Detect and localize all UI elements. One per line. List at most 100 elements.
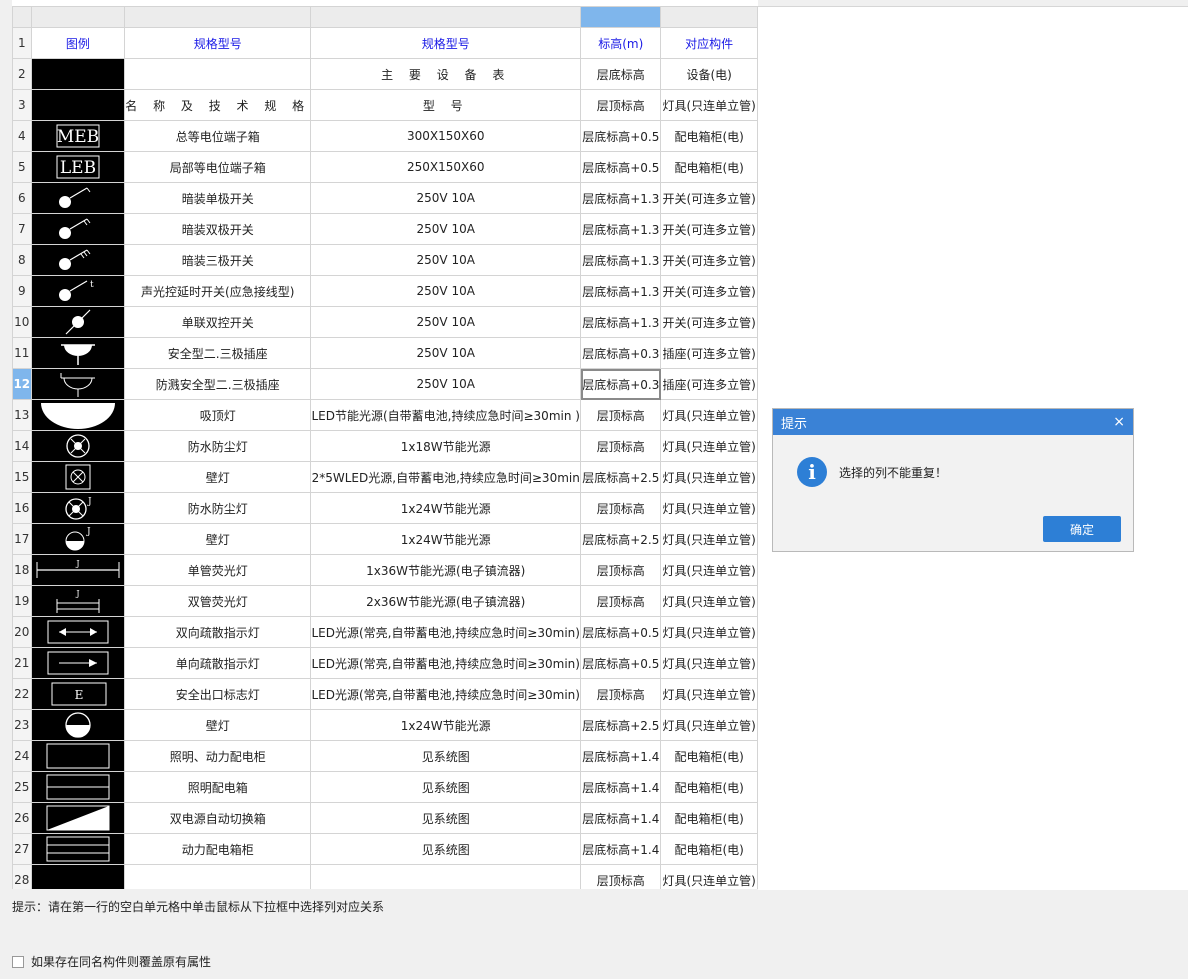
elevation-cell[interactable]: 层顶标高 (580, 89, 662, 121)
row-header[interactable]: 20 (12, 616, 32, 648)
legend-cell[interactable] (30, 709, 126, 741)
close-icon[interactable]: × (1113, 414, 1125, 430)
spec-cell[interactable]: 250V 10A (310, 306, 582, 338)
elevation-cell[interactable]: 层底标高+0.5 (580, 616, 662, 648)
row-header[interactable]: 2 (12, 58, 32, 90)
spec-cell[interactable]: 见系统图 (310, 771, 582, 803)
spec-cell[interactable] (310, 864, 582, 889)
row-header[interactable]: 28 (12, 864, 32, 889)
mapping-cell-name[interactable]: 规格型号 (124, 27, 312, 59)
component-cell[interactable]: 配电箱柜(电) (660, 771, 758, 803)
spec-cell[interactable]: 2x36W节能光源(电子镇流器) (310, 585, 582, 617)
row-header[interactable]: 12 (12, 368, 32, 400)
legend-cell[interactable]: J (30, 554, 126, 586)
elevation-cell[interactable]: 层底标高+1.4 (580, 802, 662, 834)
legend-cell[interactable] (30, 58, 126, 90)
spec-cell[interactable]: 见系统图 (310, 833, 582, 865)
legend-cell[interactable]: J (30, 585, 126, 617)
component-cell[interactable]: 灯具(只连单立管) (660, 430, 758, 462)
name-cell[interactable]: 照明配电箱 (124, 771, 312, 803)
spec-cell[interactable]: 250V 10A (310, 337, 582, 369)
component-cell[interactable]: 配电箱柜(电) (660, 802, 758, 834)
name-cell[interactable] (124, 58, 312, 90)
legend-cell[interactable]: E (30, 678, 126, 710)
component-cell[interactable]: 开关(可连多立管) (660, 275, 758, 307)
spec-cell[interactable]: 见系统图 (310, 802, 582, 834)
name-cell[interactable]: 壁灯 (124, 709, 312, 741)
component-cell[interactable]: 配电箱柜(电) (660, 151, 758, 183)
spec-cell[interactable]: 250V 10A (310, 213, 582, 245)
elevation-cell[interactable]: 层底标高+0.5 (580, 120, 662, 152)
name-cell[interactable]: 安全型二.三极插座 (124, 337, 312, 369)
legend-cell[interactable] (30, 213, 126, 245)
spec-cell[interactable]: 250X150X60 (310, 151, 582, 183)
spec-cell[interactable]: 1x36W节能光源(电子镇流器) (310, 554, 582, 586)
row-header[interactable]: 21 (12, 647, 32, 679)
row-header[interactable]: 7 (12, 213, 32, 245)
component-cell[interactable]: 配电箱柜(电) (660, 833, 758, 865)
elevation-cell[interactable]: 层底标高+1.4 (580, 833, 662, 865)
elevation-cell[interactable]: 层顶标高 (580, 399, 662, 431)
name-cell[interactable]: 防水防尘灯 (124, 492, 312, 524)
legend-cell[interactable] (30, 430, 126, 462)
name-cell[interactable]: 单联双控开关 (124, 306, 312, 338)
row-header[interactable]: 10 (12, 306, 32, 338)
legend-cell[interactable]: MEB (30, 120, 126, 152)
row-header[interactable]: 24 (12, 740, 32, 772)
elevation-cell[interactable]: 层顶标高 (580, 585, 662, 617)
elevation-cell[interactable]: 层顶标高 (580, 678, 662, 710)
column-header-c[interactable] (310, 6, 582, 28)
component-cell[interactable]: 插座(可连多立管) (660, 337, 758, 369)
spec-cell[interactable]: 250V 10A (310, 275, 582, 307)
legend-cell[interactable] (30, 616, 126, 648)
legend-cell[interactable] (30, 368, 126, 400)
mapping-cell-elevation[interactable]: 标高(m) (580, 27, 662, 59)
spec-cell[interactable]: 2*5WLED光源,自带蓄电池,持续应急时间≥30min (310, 461, 582, 493)
legend-cell[interactable]: LEB (30, 151, 126, 183)
name-cell[interactable]: 防水防尘灯 (124, 430, 312, 462)
name-cell[interactable]: 暗装三极开关 (124, 244, 312, 276)
spec-cell[interactable]: 1x24W节能光源 (310, 492, 582, 524)
dialog-titlebar[interactable]: 提示 × (773, 409, 1133, 435)
column-header-d[interactable] (580, 6, 662, 28)
row-header[interactable]: 17 (12, 523, 32, 555)
row-header[interactable]: 14 (12, 430, 32, 462)
elevation-cell[interactable]: 层底标高 (580, 58, 662, 90)
name-cell[interactable]: 双管荧光灯 (124, 585, 312, 617)
elevation-cell[interactable]: 层底标高+2.5 (580, 709, 662, 741)
name-cell[interactable]: 吸顶灯 (124, 399, 312, 431)
mapping-cell-component[interactable]: 对应构件 (660, 27, 758, 59)
elevation-cell[interactable]: 层底标高+0.3 (580, 337, 662, 369)
spec-cell[interactable]: 300X150X60 (310, 120, 582, 152)
component-cell[interactable]: 开关(可连多立管) (660, 306, 758, 338)
row-header[interactable]: 16 (12, 492, 32, 524)
row-header[interactable]: 8 (12, 244, 32, 276)
component-cell[interactable]: 设备(电) (660, 58, 758, 90)
name-cell[interactable]: 总等电位端子箱 (124, 120, 312, 152)
legend-cell[interactable]: J (30, 523, 126, 555)
legend-cell[interactable] (30, 802, 126, 834)
elevation-cell[interactable]: 层底标高+1.3 (580, 244, 662, 276)
overwrite-checkbox[interactable] (12, 955, 24, 968)
spec-cell[interactable]: 250V 10A (310, 182, 582, 214)
component-cell[interactable]: 灯具(只连单立管) (660, 647, 758, 679)
spec-cell[interactable]: 250V 10A (310, 244, 582, 276)
spec-cell[interactable]: 主 要 设 备 表 (310, 58, 582, 90)
row-header[interactable]: 25 (12, 771, 32, 803)
component-cell[interactable]: 灯具(只连单立管) (660, 864, 758, 889)
row-header[interactable]: 5 (12, 151, 32, 183)
component-cell[interactable]: 灯具(只连单立管) (660, 523, 758, 555)
legend-cell[interactable] (30, 89, 126, 121)
spec-cell[interactable]: 1x24W节能光源 (310, 709, 582, 741)
column-header-b[interactable] (124, 6, 312, 28)
row-header[interactable]: 6 (12, 182, 32, 214)
component-cell[interactable]: 灯具(只连单立管) (660, 585, 758, 617)
row-header[interactable]: 23 (12, 709, 32, 741)
elevation-cell[interactable]: 层顶标高 (580, 492, 662, 524)
legend-cell[interactable] (30, 306, 126, 338)
elevation-cell[interactable]: 层底标高+1.3 (580, 306, 662, 338)
legend-cell[interactable] (30, 864, 126, 889)
name-cell[interactable]: 局部等电位端子箱 (124, 151, 312, 183)
corner-cell[interactable] (12, 6, 32, 28)
name-cell[interactable]: 安全出口标志灯 (124, 678, 312, 710)
